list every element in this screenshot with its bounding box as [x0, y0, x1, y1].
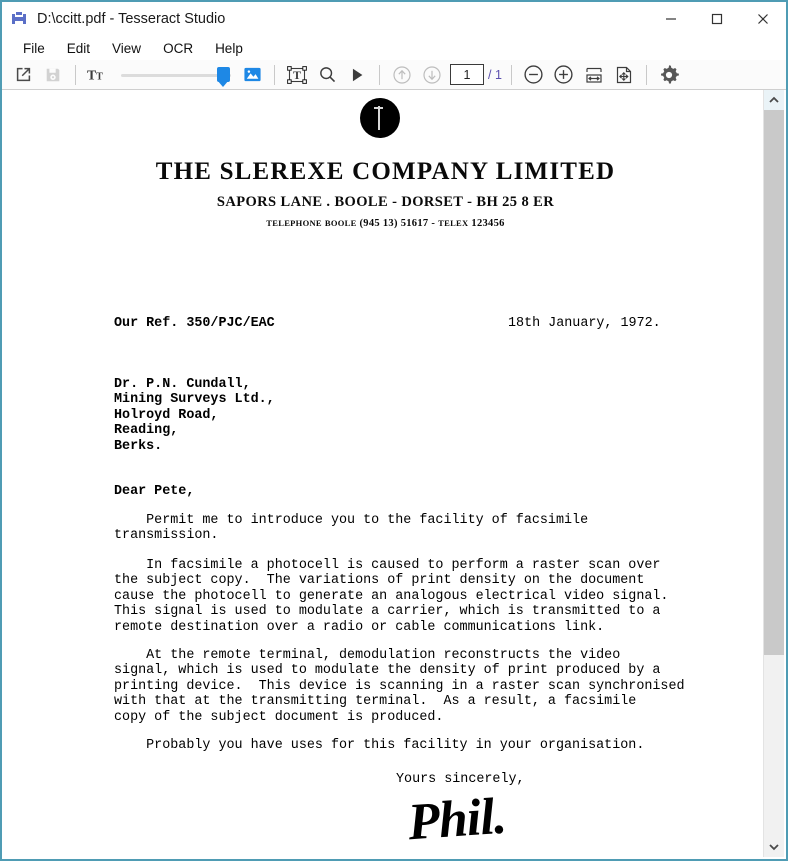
our-reference: Our Ref. 350/PJC/EAC [114, 316, 275, 331]
contact-telephone-label: TELEPHONE [266, 218, 322, 228]
svg-text:T: T [87, 67, 96, 82]
vertical-scrollbar[interactable] [763, 90, 784, 857]
contact-telex-number: 123456 [471, 218, 505, 229]
text-size-slider[interactable] [121, 62, 231, 88]
zoom-out-circle-icon[interactable] [519, 62, 549, 88]
document-viewport[interactable]: THE SLEREXE COMPANY LIMITED SAPORS LANE … [4, 90, 784, 857]
toolbar-separator [75, 64, 76, 85]
fit-width-icon[interactable] [579, 62, 609, 88]
slider-track [121, 73, 231, 77]
chevron-down-icon[interactable] [764, 837, 784, 857]
search-icon[interactable] [312, 62, 342, 88]
window-controls [648, 2, 786, 36]
svg-text:T: T [293, 68, 301, 82]
company-address: SAPORS LANE . BOOLE - DORSET - BH 25 8 E… [216, 194, 555, 210]
closing-line: Yours sincerely, [396, 772, 525, 787]
contact-number: (945 13) 51617 - [359, 218, 436, 229]
signature: Phil. [406, 787, 508, 852]
title-bar: D:\ccitt.pdf - Tesseract Studio [2, 2, 786, 36]
document-page: THE SLEREXE COMPANY LIMITED SAPORS LANE … [4, 90, 767, 857]
body-paragraph-3: At the remote terminal, demodulation rec… [114, 648, 685, 725]
minimize-icon[interactable] [648, 2, 694, 36]
arrow-up-circle-icon[interactable] [387, 62, 417, 88]
menu-item-view[interactable]: View [101, 39, 152, 58]
zoom-in-circle-icon[interactable] [549, 62, 579, 88]
toolbar-separator [510, 64, 512, 85]
company-seal-icon [360, 98, 400, 138]
menu-item-file[interactable]: File [12, 39, 56, 58]
application-window: D:\ccitt.pdf - Tesseract Studio File Edi… [0, 0, 788, 861]
maximize-icon[interactable] [694, 2, 740, 36]
letter-date: 18th January, 1972. [508, 316, 661, 331]
body-paragraph-2: In facsimile a photocell is caused to pe… [114, 558, 669, 635]
menu-item-help[interactable]: Help [204, 39, 254, 58]
close-icon[interactable] [740, 2, 786, 36]
fit-page-icon[interactable] [609, 62, 639, 88]
arrow-down-circle-icon[interactable] [417, 62, 447, 88]
image-picture-icon[interactable] [237, 62, 267, 88]
page-number-input[interactable]: 1 [450, 64, 484, 85]
contact-telex-label: TELEX [438, 218, 469, 228]
company-contact: TELEPHONE BOOLE (945 13) 51617 - TELEX 1… [4, 218, 767, 229]
contact-exchange: BOOLE [324, 218, 357, 228]
salutation: Dear Pete, [114, 484, 195, 499]
toolbar: T T T 1 / 1 [2, 60, 786, 90]
tesseract-logo-icon [10, 10, 28, 28]
toolbar-separator [274, 64, 275, 85]
chevron-up-icon[interactable] [764, 90, 784, 110]
recipient-address: Dr. P.N. Cundall, Mining Surveys Ltd., H… [114, 377, 275, 454]
company-name: THE SLEREXE COMPANY LIMITED [155, 158, 616, 185]
window-title: D:\ccitt.pdf - Tesseract Studio [37, 11, 226, 27]
run-play-icon[interactable] [342, 62, 372, 88]
text-size-icon[interactable]: T T [83, 62, 113, 88]
scrollbar-thumb[interactable] [764, 110, 784, 655]
toolbar-separator [379, 64, 380, 85]
select-text-region-icon[interactable]: T [282, 62, 312, 88]
svg-text:T: T [96, 71, 103, 82]
menu-item-ocr[interactable]: OCR [152, 39, 204, 58]
page-total-label: / 1 [488, 67, 502, 82]
slider-thumb[interactable] [217, 66, 230, 87]
body-paragraph-1: Permit me to introduce you to the facili… [114, 513, 589, 544]
body-paragraph-4: Probably you have uses for this facility… [114, 738, 645, 753]
menu-item-edit[interactable]: Edit [56, 39, 101, 58]
save-disk-icon[interactable] [38, 62, 68, 88]
open-external-icon[interactable] [8, 62, 38, 88]
toolbar-separator [645, 64, 647, 85]
menu-bar: File Edit View OCR Help [2, 36, 786, 60]
gear-icon[interactable] [654, 62, 684, 88]
